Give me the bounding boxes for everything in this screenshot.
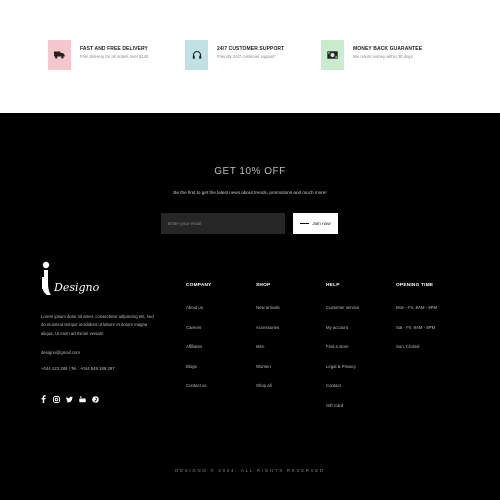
footer-link[interactable]: About us <box>186 305 212 325</box>
col-title: COMPANY <box>186 283 212 288</box>
col-title: OPENING TIME <box>396 283 434 288</box>
arrow-right-icon <box>300 223 310 224</box>
footer-col-company: COMPANY About us Careers Affiliates Blog… <box>186 283 212 403</box>
footer-link[interactable]: Find a store <box>326 344 359 364</box>
col-title: HELP <box>326 283 340 288</box>
opening-hours: Sat - Fri, 9AM - 8PM <box>396 324 436 330</box>
feature-support: 24/7 CUSTOMER SUPPORT Friendly 24/7 cust… <box>185 40 284 70</box>
contact-phones: +044 123 289 | Tel : +044 548 189 287 <box>41 366 115 371</box>
delivery-icon-box <box>48 40 71 70</box>
newsletter-desc: Be the first to get the latest news abou… <box>173 190 327 195</box>
footer: GET 10% OFF Be the first to get the late… <box>0 113 500 500</box>
join-now-button[interactable]: Join now <box>293 213 338 234</box>
headphones-icon <box>192 50 201 59</box>
brand-name: Designo <box>54 281 100 294</box>
youtube-icon[interactable] <box>79 395 86 403</box>
feature-delivery: FAST AND FREE DELIVERY Free delivery for… <box>48 40 148 70</box>
brand-about: Lorem ipsum dolor sit amet, consectetur … <box>41 314 154 336</box>
instagram-icon[interactable] <box>53 395 60 403</box>
footer-col-opening-time: OPENING TIME Mon - Fri, 8AM - 9PM Sat - … <box>396 283 437 364</box>
opening-hours: Mon - Fri, 8AM - 9PM <box>396 305 438 310</box>
newsletter-email-input[interactable] <box>161 213 285 234</box>
footer-link[interactable]: Accessories <box>256 325 280 345</box>
opening-hours: Sun, Closed <box>396 344 420 349</box>
col-title: SHOP <box>256 283 271 288</box>
footer-link[interactable]: My account <box>326 325 359 345</box>
features-bar: FAST AND FREE DELIVERY Free delivery for… <box>0 0 500 113</box>
facebook-icon[interactable] <box>40 395 47 403</box>
newsletter-title: GET 10% OFF <box>214 166 286 177</box>
footer-link[interactable]: Gift Card <box>326 403 359 423</box>
feature-title: 24/7 CUSTOMER SUPPORT <box>217 46 285 52</box>
footer-link[interactable]: Men <box>256 344 280 364</box>
copyright: DESIGNO © 2024. ALL RIGHTS RESERVED <box>175 468 325 473</box>
feature-guarantee: MONEY BACK GUARANTEE We return money wit… <box>321 40 422 70</box>
footer-link[interactable]: Careers <box>186 325 212 345</box>
footer-col-shop: SHOP New arrivals Accessories Men Women … <box>256 283 280 403</box>
feature-desc: We return money within 30 days <box>353 54 413 59</box>
footer-link[interactable]: Affiliates <box>186 344 212 364</box>
footer-link[interactable]: Customer service <box>326 305 359 325</box>
truck-icon <box>54 51 65 59</box>
social-links <box>40 395 99 403</box>
twitter-icon[interactable] <box>66 395 73 403</box>
feature-desc: Friendly 24/7 customer support <box>217 54 275 59</box>
footer-link[interactable]: Blogs <box>186 364 212 384</box>
brand-logo[interactable]: Designo <box>41 261 111 301</box>
join-now-label: Join now <box>312 221 331 226</box>
footer-link[interactable]: Contact us <box>186 383 212 403</box>
footer-link[interactable]: Women <box>256 364 280 384</box>
feature-title: FAST AND FREE DELIVERY <box>80 46 148 52</box>
footer-link[interactable]: Shop all <box>256 383 280 403</box>
footer-link[interactable]: Contact <box>326 383 359 403</box>
contact-email[interactable]: designo@gmail.com <box>41 350 80 355</box>
guarantee-icon-box <box>321 40 344 70</box>
footer-link[interactable]: Legal & Privacy <box>326 364 359 384</box>
pinterest-icon[interactable] <box>92 395 99 403</box>
footer-link[interactable]: New arrivals <box>256 305 280 325</box>
support-icon-box <box>185 40 208 70</box>
footer-col-help: HELP Customer service My account Find a … <box>326 283 359 422</box>
feature-title: MONEY BACK GUARANTEE <box>353 46 423 52</box>
money-icon <box>327 51 338 59</box>
feature-desc: Free delivery for all orders over $140 <box>80 54 149 59</box>
